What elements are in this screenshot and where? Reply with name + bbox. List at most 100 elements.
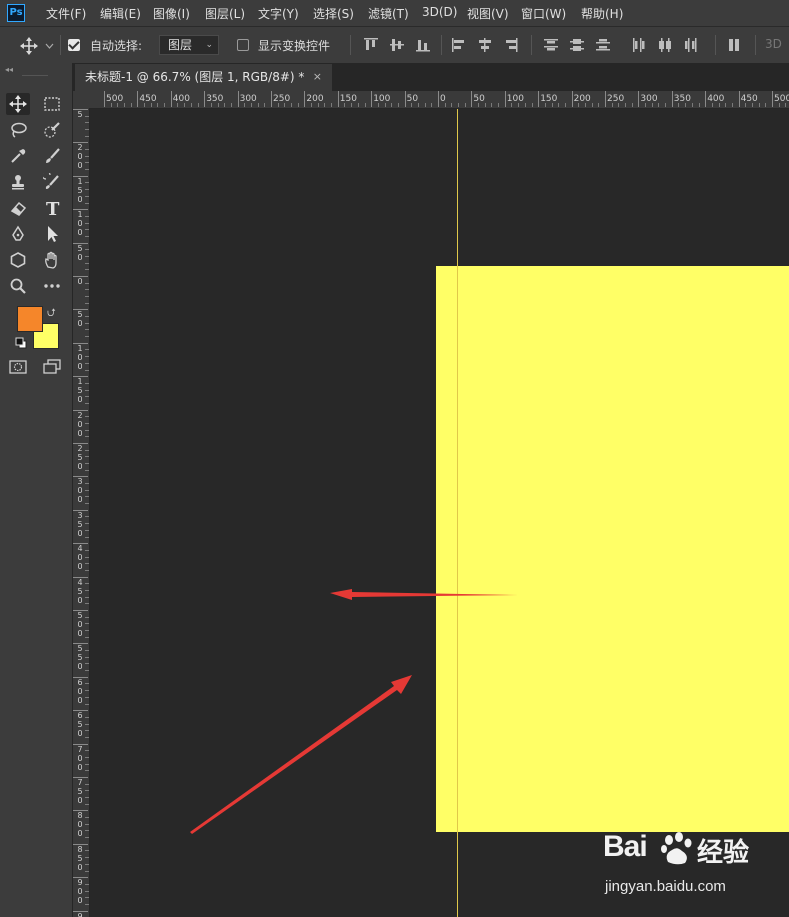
ruler-minor-tick [85,683,89,685]
menu-type[interactable]: 文字(Y) [258,5,299,22]
ruler-minor-tick [584,103,586,107]
ruler-label: 450 [139,94,157,104]
auto-select-checkbox[interactable] [68,39,80,51]
lasso-tool-icon[interactable] [6,119,30,141]
ruler-minor-tick [625,103,627,107]
hand-tool-icon[interactable] [40,249,64,271]
horizontal-ruler[interactable]: 500 450 400 350 300 250 200 150 100 50 0 50 100 150 20… [89,91,789,109]
ruler-label: 50 [406,94,419,104]
menu-3d[interactable]: 3D(D) [422,5,457,19]
swap-colors-icon[interactable]: ⮍ [47,304,56,323]
ruler-minor-tick [85,823,89,825]
brush-tool-icon[interactable] [40,145,64,167]
ruler-minor-tick [85,569,89,571]
ruler-minor-tick [85,703,89,705]
align-vertical-centers-icon [390,39,404,51]
ruler-minor-tick [85,696,89,698]
ruler-minor-tick [498,103,500,107]
type-tool-icon[interactable]: T [40,197,64,219]
pen-tool-icon[interactable] [6,223,30,245]
collapse-panel-icon[interactable]: ◂◂ [5,65,13,74]
ruler-minor-tick [85,529,89,531]
eraser-tool-icon[interactable] [6,197,30,219]
menu-layer[interactable]: 图层(L) [205,5,245,22]
quick-selection-tool-icon[interactable] [40,119,64,141]
menu-edit[interactable]: 编辑(E) [100,5,141,22]
ruler-minor-tick [85,249,89,251]
ruler-minor-tick [85,803,89,805]
align-left-icon [452,38,464,52]
3d-mode-label[interactable]: 3D [765,37,782,51]
dropdown-value: 图层 [168,38,193,52]
zoom-tool-icon[interactable] [6,275,30,297]
document-tab[interactable]: 未标题-1 @ 66.7% (图层 1, RGB/8#) * × [75,64,332,91]
menu-file[interactable]: 文件(F) [46,5,86,22]
canvas-workspace[interactable] [90,109,789,917]
photoshop-logo[interactable]: Ps [7,4,25,22]
ruler-minor-tick [631,103,633,107]
ruler-major-tick [638,91,640,107]
ruler-minor-tick [85,616,89,618]
ruler-label: 100 [373,94,391,104]
vertical-guide[interactable] [457,109,458,917]
ruler-minor-tick [85,255,89,257]
ruler-label: 500 [774,94,789,104]
ruler-minor-tick [85,870,89,872]
vertical-ruler[interactable]: 5200150100500501001502002503003504004505… [73,108,90,917]
ruler-label: 750 [77,778,83,805]
menu-filter[interactable]: 滤镜(T) [368,5,409,22]
menu-select[interactable]: 选择(S) [313,5,354,22]
ruler-minor-tick [564,103,566,107]
ruler-minor-tick [85,716,89,718]
ruler-minor-tick [85,235,89,237]
ruler-minor-tick [317,103,319,107]
distribute-left-icon [633,38,645,52]
more-tools-icon[interactable] [40,275,64,297]
divider [755,35,756,55]
close-tab-icon[interactable]: × [313,64,322,90]
eyedropper-tool-icon[interactable] [6,145,30,167]
menu-window[interactable]: 窗口(W) [521,5,566,22]
ruler-minor-tick [464,103,466,107]
ruler-origin[interactable] [73,91,89,108]
ruler-minor-tick [85,857,89,859]
ruler-minor-tick [250,103,252,107]
document-canvas[interactable] [436,266,789,832]
path-selection-tool-icon[interactable] [40,223,64,245]
clone-stamp-tool-icon[interactable] [6,171,30,193]
quick-mask-mode-icon[interactable] [6,356,30,378]
ruler-minor-tick [377,103,379,107]
rectangular-marquee-tool-icon[interactable] [40,93,64,115]
screen-mode-icon[interactable] [40,356,64,378]
ruler-minor-tick [598,103,600,107]
distribute-bottom-icon [596,39,610,51]
menu-image[interactable]: 图像(I) [153,5,190,22]
ruler-label: 250 [273,94,291,104]
ruler-minor-tick [731,103,733,107]
auto-select-target-dropdown[interactable]: 图层 ⌄ [159,35,219,55]
panel-grip[interactable] [22,75,48,76]
menu-help[interactable]: 帮助(H) [581,5,623,22]
menu-view[interactable]: 视图(V) [467,5,509,22]
ruler-minor-tick [85,155,89,157]
ruler-minor-tick [85,663,89,665]
foreground-color-swatch[interactable] [17,306,43,332]
shape-tool-icon[interactable] [6,249,30,271]
ruler-minor-tick [85,296,89,298]
ruler-minor-tick [591,103,593,107]
ruler-major-tick [738,91,740,107]
move-tool-icon[interactable] [6,93,30,115]
ruler-minor-tick [284,103,286,107]
ruler-minor-tick [85,483,89,485]
history-brush-tool-icon[interactable] [40,171,64,193]
move-tool-preset-icon[interactable] [20,37,56,55]
foreground-color-fill [18,307,42,331]
ruler-major-tick [605,91,606,107]
ruler-minor-tick [551,103,553,107]
ruler-minor-tick [331,103,333,107]
ruler-minor-tick [184,103,186,107]
default-colors-icon[interactable] [15,337,27,349]
ruler-minor-tick [224,103,226,107]
show-transform-controls-checkbox[interactable] [237,39,249,51]
ruler-minor-tick [85,302,89,304]
